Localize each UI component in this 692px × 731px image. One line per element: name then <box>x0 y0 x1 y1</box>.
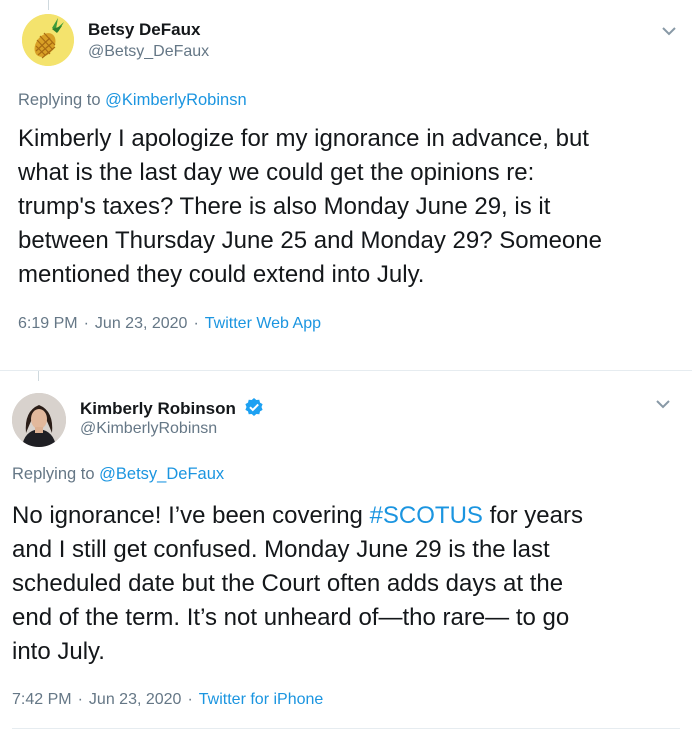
tweet-date[interactable]: Jun 23, 2020 <box>89 691 182 708</box>
avatar[interactable] <box>22 14 74 66</box>
tweet-betsy: Betsy DeFaux @Betsy_DeFaux Replying to @… <box>0 0 692 356</box>
hashtag-link[interactable]: #SCOTUS <box>370 502 483 529</box>
meta-separator: · <box>83 315 89 332</box>
tweet-kimberly: Kimberly Robinson @KimberlyRobinsn Reply… <box>0 370 692 731</box>
pineapple-icon <box>22 14 74 66</box>
divider <box>12 728 680 729</box>
thread-line <box>38 371 39 381</box>
tweet-meta: 6:19 PM · Jun 23, 2020 · Twitter Web App <box>18 315 321 333</box>
meta-separator: · <box>77 691 83 708</box>
replying-to: Replying to @KimberlyRobinsn <box>18 91 247 110</box>
tweet-body-line: what is the last day we could get the op… <box>18 159 535 186</box>
chevron-down-icon[interactable] <box>658 20 680 42</box>
replying-to-prefix: Replying to <box>12 465 95 483</box>
tweet-body-line: end of the term. It’s not unheard of—tho… <box>12 604 570 631</box>
tweet-time[interactable]: 7:42 PM <box>12 691 72 708</box>
meta-separator: · <box>193 315 199 332</box>
tweet-time[interactable]: 6:19 PM <box>18 315 78 332</box>
tweet-body-line: trump's taxes? There is also Monday June… <box>18 193 551 220</box>
tweet-body-line: between Thursday June 25 and Monday 29? … <box>18 227 602 254</box>
author-handle[interactable]: @Betsy_DeFaux <box>88 43 209 61</box>
tweet-source-link[interactable]: Twitter for iPhone <box>199 691 324 708</box>
profile-photo <box>12 393 66 447</box>
tweet-body-line: and I still get confused. Monday June 29… <box>12 536 550 563</box>
tweet-meta: 7:42 PM · Jun 23, 2020 · Twitter for iPhone <box>12 691 323 709</box>
chevron-down-icon[interactable] <box>652 393 674 415</box>
reply-target-link[interactable]: @KimberlyRobinsn <box>105 91 246 109</box>
tweet-date[interactable]: Jun 23, 2020 <box>95 315 188 332</box>
avatar[interactable] <box>12 393 66 447</box>
author-name[interactable]: Betsy DeFaux <box>88 20 200 40</box>
body-text-segment: for years <box>482 502 583 529</box>
replying-to: Replying to @Betsy_DeFaux <box>12 465 224 484</box>
replying-to-prefix: Replying to <box>18 91 101 109</box>
body-text-segment: No ignorance! I’ve been covering <box>12 502 370 529</box>
author-name-text[interactable]: Kimberly Robinson <box>80 399 236 418</box>
reply-target-link[interactable]: @Betsy_DeFaux <box>99 465 224 483</box>
tweet-body-line: scheduled date but the Court often adds … <box>12 570 564 597</box>
tweet-body-line: into July. <box>12 638 105 665</box>
tweet-body: No ignorance! I’ve been covering #SCOTUS… <box>12 499 583 669</box>
verified-badge-icon <box>244 397 264 417</box>
thread-line <box>48 0 49 10</box>
author-name[interactable]: Kimberly Robinson <box>80 397 264 419</box>
tweet-body: Kimberly I apologize for my ignorance in… <box>18 122 602 292</box>
tweet-body-line: mentioned they could extend into July. <box>18 261 425 288</box>
author-handle[interactable]: @KimberlyRobinsn <box>80 420 217 438</box>
meta-separator: · <box>187 691 193 708</box>
tweet-body-line: Kimberly I apologize for my ignorance in… <box>18 125 589 152</box>
tweet-source-link[interactable]: Twitter Web App <box>205 315 321 332</box>
tweet-body-line: No ignorance! I’ve been covering #SCOTUS… <box>12 499 583 533</box>
